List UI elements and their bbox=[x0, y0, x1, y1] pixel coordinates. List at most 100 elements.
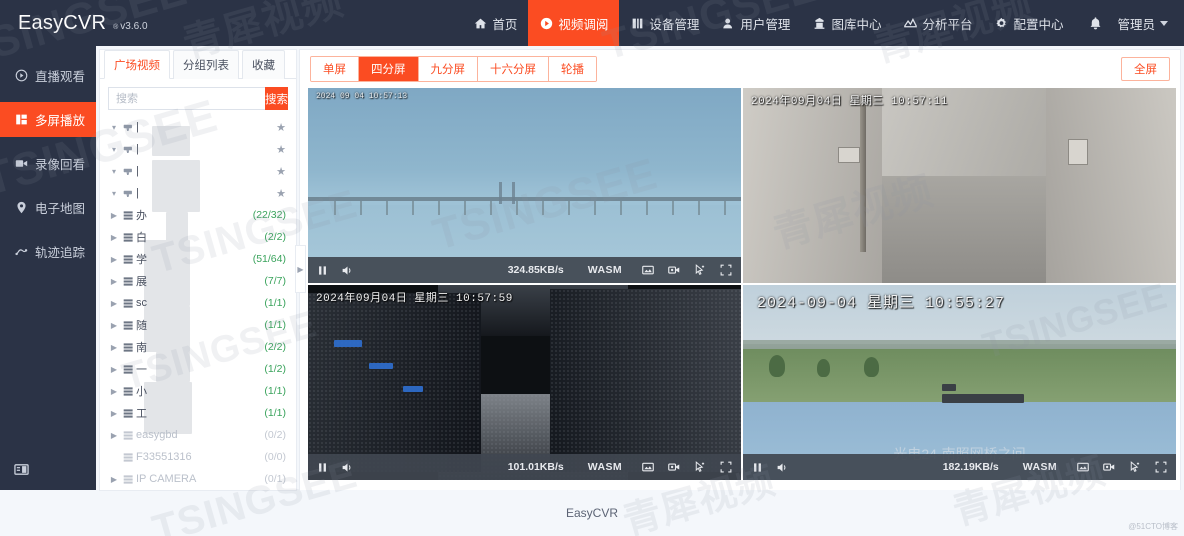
pause-icon[interactable] bbox=[317, 265, 328, 276]
player-controls-1: 324.85KB/s WASM bbox=[308, 257, 741, 283]
chevron-down-icon[interactable]: ▾ bbox=[108, 167, 120, 176]
tree-group-row[interactable]: ▶ easygbd (0/2) bbox=[108, 424, 292, 446]
tree bbox=[768, 355, 785, 378]
pause-icon[interactable] bbox=[752, 462, 763, 473]
tree-group-row[interactable]: ▶ 小 (1/1) bbox=[108, 380, 292, 402]
chevron-right-icon[interactable]: ▶ bbox=[108, 343, 120, 352]
bell-icon[interactable] bbox=[1074, 16, 1117, 31]
chevron-right-icon[interactable]: ▶ bbox=[108, 431, 120, 440]
nav-item-analysis[interactable]: 分析平台 bbox=[892, 0, 983, 46]
tab-group-list[interactable]: 分组列表 bbox=[173, 50, 239, 79]
video-player-3[interactable]: 2024年09月04日 星期三 10:57:59 101.01KB/s WASM bbox=[308, 285, 741, 480]
sidebar-item-label: 多屏播放 bbox=[35, 114, 86, 128]
tab-favorites[interactable]: 收藏 bbox=[242, 50, 285, 79]
layout-single[interactable]: 单屏 bbox=[311, 57, 359, 81]
snapshot-icon[interactable] bbox=[642, 461, 654, 473]
nav-label: 设备管理 bbox=[649, 17, 700, 32]
chevron-right-icon[interactable]: ▶ bbox=[108, 409, 120, 418]
nav-item-home[interactable]: 首页 bbox=[462, 0, 528, 46]
fullscreen-icon[interactable] bbox=[720, 264, 732, 276]
tree-group-row[interactable]: ▶ 南 (2/2) bbox=[108, 336, 292, 358]
record-icon[interactable] bbox=[1103, 461, 1115, 473]
ptz-icon[interactable] bbox=[1129, 461, 1141, 473]
camera-icon bbox=[120, 122, 136, 133]
record-icon[interactable] bbox=[668, 461, 680, 473]
nav-item-user[interactable]: 用户管理 bbox=[710, 0, 801, 46]
ptz-icon[interactable] bbox=[694, 264, 706, 276]
star-icon[interactable]: ★ bbox=[276, 121, 292, 134]
video-player-4[interactable]: 2024-09-04 星期三 10:55:27 光电24-南照网桥之间 182.… bbox=[743, 285, 1176, 480]
play-circle-icon bbox=[14, 69, 28, 82]
chevron-right-icon[interactable]: ▶ bbox=[108, 233, 120, 242]
volume-on-icon[interactable] bbox=[776, 461, 789, 474]
tree-group-row[interactable]: ▶ IP CAMERA (0/1) bbox=[108, 468, 292, 490]
tab-plaza-video[interactable]: 广场视频 bbox=[104, 50, 170, 79]
pause-icon[interactable] bbox=[317, 462, 328, 473]
ptz-icon[interactable] bbox=[694, 461, 706, 473]
sidebar-item-track[interactable]: 轨迹追踪 bbox=[0, 234, 96, 269]
tree-leaf-row[interactable]: ▾ | ★ bbox=[108, 160, 292, 182]
layout-quad[interactable]: 四分屏 bbox=[359, 57, 419, 81]
chevron-down-icon[interactable]: ▾ bbox=[108, 189, 120, 198]
star-icon[interactable]: ★ bbox=[276, 187, 292, 200]
tree-group-row[interactable]: ▶ 白 (2/2) bbox=[108, 226, 292, 248]
video-player-1[interactable]: 2024 09 04 10:57:13 324.85KB/s WASM bbox=[308, 88, 741, 283]
sidebar-item-emap[interactable]: 电子地图 bbox=[0, 190, 96, 225]
chevron-down-icon[interactable]: ▾ bbox=[108, 145, 120, 154]
sidebar-item-live[interactable]: 直播观看 bbox=[0, 58, 96, 93]
fullscreen-icon[interactable] bbox=[720, 461, 732, 473]
chevron-right-icon[interactable]: ▶ bbox=[108, 299, 120, 308]
tree-group-row[interactable]: ▶ 展 (7/7) bbox=[108, 270, 292, 292]
chevron-right-icon[interactable]: ▶ bbox=[108, 365, 120, 374]
tree-group-count: (51/64) bbox=[252, 253, 286, 265]
tree-leaf-row[interactable]: ▾ | ★ bbox=[108, 182, 292, 204]
decoder-label: WASM bbox=[587, 461, 622, 473]
fullscreen-button[interactable]: 全屏 bbox=[1121, 57, 1170, 81]
tree-leaf-row[interactable]: ▾ | ★ bbox=[108, 138, 292, 160]
nav-item-gallery[interactable]: 图库中心 bbox=[801, 0, 892, 46]
fullscreen-icon[interactable] bbox=[1155, 461, 1167, 473]
layout-sixteen[interactable]: 十六分屏 bbox=[478, 57, 549, 81]
volume-on-icon[interactable] bbox=[341, 264, 354, 277]
chevron-right-icon[interactable]: ▶ bbox=[108, 387, 120, 396]
chevron-right-icon[interactable]: ▶ bbox=[108, 277, 120, 286]
volume-on-icon[interactable] bbox=[341, 461, 354, 474]
tree-group-row[interactable]: ▶ 办 (22/32) bbox=[108, 204, 292, 226]
top-navigation-bar: EasyCVR ® v3.6.0 首页 视频调阅 设备管理 用户管理 图库中心 … bbox=[0, 0, 1184, 46]
far-shore bbox=[743, 339, 1176, 350]
page-footer: EasyCVR bbox=[0, 490, 1184, 536]
tree-group-row[interactable]: ▶ 一 (1/2) bbox=[108, 358, 292, 380]
sidebar-collapse-toggle[interactable] bbox=[0, 454, 96, 490]
chevron-down-icon bbox=[1160, 20, 1168, 26]
server-rack-right bbox=[550, 288, 741, 473]
record-icon[interactable] bbox=[668, 264, 680, 276]
tree-group-row[interactable]: ▶ 工 (1/1) bbox=[108, 402, 292, 424]
layout-carousel[interactable]: 轮播 bbox=[549, 57, 596, 81]
star-icon[interactable]: ★ bbox=[276, 143, 292, 156]
search-button[interactable]: 搜索 bbox=[265, 87, 288, 110]
user-menu[interactable]: 管理员 bbox=[1117, 14, 1184, 33]
snapshot-icon[interactable] bbox=[642, 264, 654, 276]
video-player-2[interactable]: 2024年09月04日 星期三 10:57:11 bbox=[743, 88, 1176, 283]
nav-item-config[interactable]: 配置中心 bbox=[983, 0, 1074, 46]
chevron-down-icon[interactable]: ▾ bbox=[108, 123, 120, 132]
chevron-right-icon[interactable]: ▶ bbox=[108, 475, 120, 484]
tree-group-row[interactable]: ▶ 随 (1/1) bbox=[108, 314, 292, 336]
snapshot-icon[interactable] bbox=[1077, 461, 1089, 473]
tree-group-row[interactable]: ▶ 学 (51/64) bbox=[108, 248, 292, 270]
star-icon[interactable]: ★ bbox=[276, 165, 292, 178]
sidebar-item-multiscreen[interactable]: 多屏播放 bbox=[0, 102, 96, 137]
chevron-right-icon[interactable]: ▶ bbox=[108, 321, 120, 330]
tree-group-row[interactable]: F33551316 (0/0) bbox=[108, 446, 292, 468]
nav-item-video[interactable]: 视频调阅 bbox=[528, 0, 620, 46]
chevron-right-icon[interactable]: ▶ bbox=[108, 211, 120, 220]
chevron-right-icon[interactable]: ▶ bbox=[108, 255, 120, 264]
brand-logo[interactable]: EasyCVR ® v3.6.0 bbox=[0, 12, 160, 35]
search-input[interactable] bbox=[108, 87, 265, 110]
sidebar-item-playback[interactable]: 录像回看 bbox=[0, 146, 96, 181]
tree-panel-collapse-handle[interactable]: ▶ bbox=[296, 246, 305, 292]
layout-nine[interactable]: 九分屏 bbox=[418, 57, 478, 81]
nav-item-device[interactable]: 设备管理 bbox=[619, 0, 710, 46]
tree-leaf-row[interactable]: ▾ | ★ bbox=[108, 116, 292, 138]
tree-group-row[interactable]: ▶ sc (1/1) bbox=[108, 292, 292, 314]
